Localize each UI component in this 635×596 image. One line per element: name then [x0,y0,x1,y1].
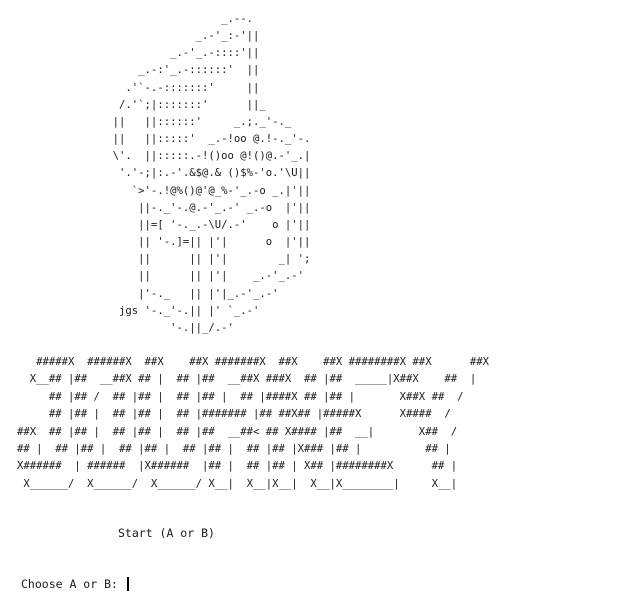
text-cursor[interactable] [126,577,129,591]
coffee-cup-ascii-art: _.--. _.-'_:-'|| _.-'_.-::::'|| _.-:'_.-… [112,13,311,334]
start-options-text: Start (A or B) [118,526,215,540]
input-prompt-line[interactable]: Choose A or B: [21,577,129,591]
title-ascii-banner: #####X ######X ##X ##X #######X ##X ##X … [17,356,489,490]
prompt-label: Choose A or B: [21,577,125,591]
terminal-screen: _.--. _.-'_:-'|| _.-'_.-::::'|| _.-:'_.-… [0,0,635,596]
